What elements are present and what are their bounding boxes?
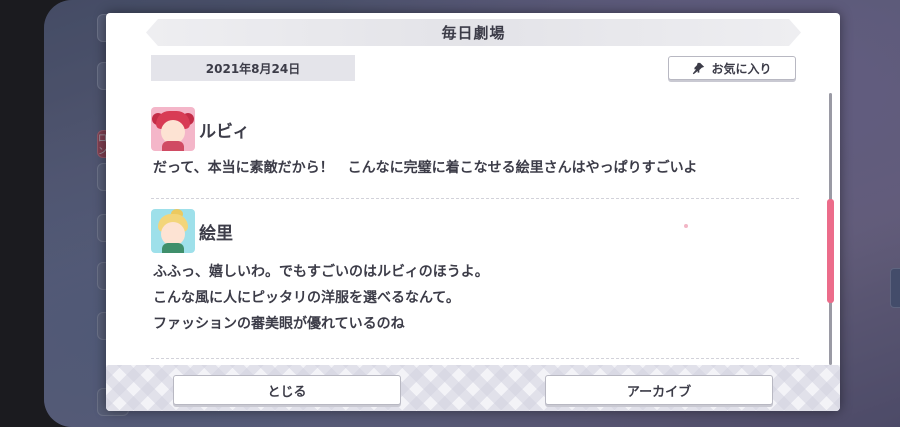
sparkle-decoration xyxy=(684,224,688,228)
speaker-name: ルビィ xyxy=(199,121,250,142)
camp-button[interactable]: 合宿 xyxy=(890,268,900,308)
daily-theater-dialog: 毎日劇場 2021年8月24日 お気に入り ルビィ だって、本当に素敵だから！ … xyxy=(106,13,840,411)
archive-button[interactable]: アーカイブ xyxy=(545,375,773,405)
dialogue-line: ふふっ、嬉しいわ。でもすごいのはルビィのほうよ。 xyxy=(153,264,489,280)
eli-avatar xyxy=(151,209,195,253)
speaker-row: ルビィ xyxy=(151,107,799,151)
date-label: 2021年8月24日 xyxy=(151,55,355,81)
speaker-row: 絵里 xyxy=(151,209,799,253)
close-button[interactable]: とじる xyxy=(173,375,401,405)
favorite-button[interactable]: お気に入り xyxy=(668,56,796,80)
scrollbar-thumb[interactable] xyxy=(827,199,834,303)
pin-icon xyxy=(693,62,705,74)
speaker-name: 絵里 xyxy=(199,223,233,244)
dialogue-entry: ルビィ だって、本当に素敵だから！ こんなに完璧に着こなせる絵里さんはやっぱりす… xyxy=(151,107,799,199)
favorite-label: お気に入り xyxy=(711,61,772,76)
ruby-avatar xyxy=(151,107,195,151)
dialogue-scroll-area[interactable]: ルビィ だって、本当に素敵だから！ こんなに完璧に着こなせる絵里さんはやっぱりす… xyxy=(151,103,799,366)
dialogue-entry: 絵里 ふふっ、嬉しいわ。でもすごいのはルビィのほうよ。 こんな風に人にピッタリの… xyxy=(151,209,799,359)
dialogue-line: だって、本当に素敵だから！ こんなに完璧に着こなせる絵里さんはやっぱりすごいよ xyxy=(153,160,698,176)
dialog-title: 毎日劇場 xyxy=(146,19,801,46)
dialogue-line: こんな風に人にピッタリの洋服を選べるなんて。 xyxy=(153,290,460,306)
dialogue-line: ファッションの審美眼が優れているのね xyxy=(153,316,405,332)
